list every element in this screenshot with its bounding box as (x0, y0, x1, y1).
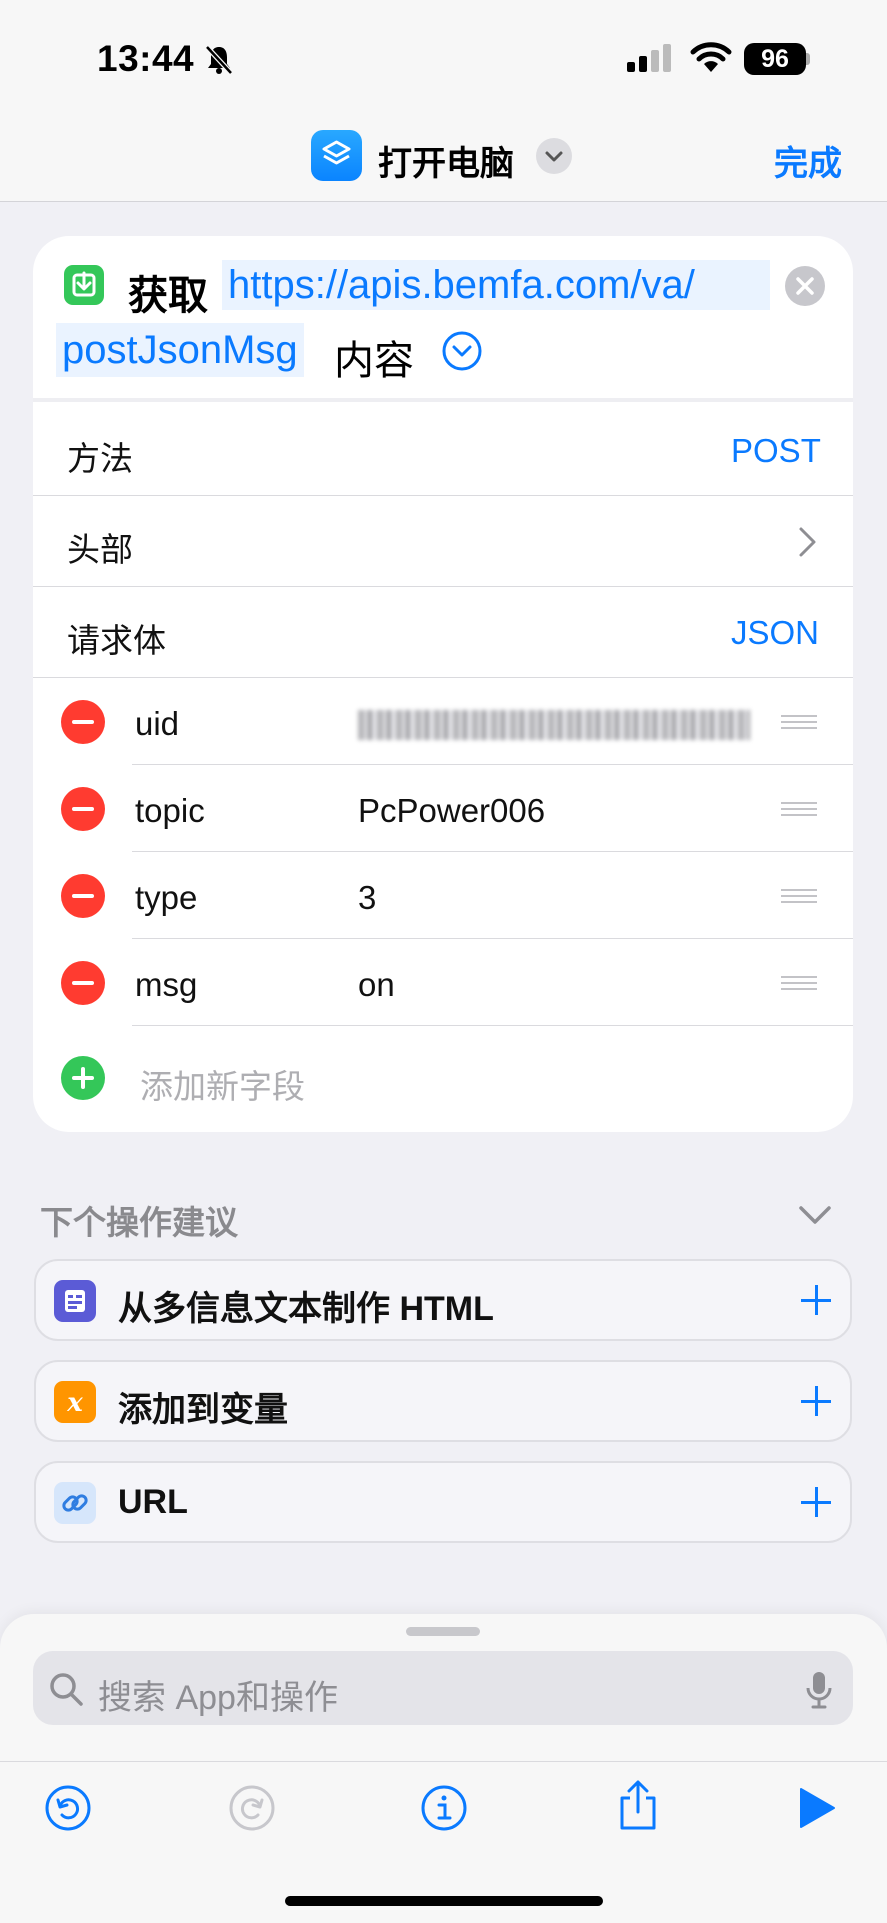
expand-chevron-icon[interactable] (441, 330, 483, 377)
reorder-handle-icon[interactable] (781, 715, 817, 729)
battery-tip (806, 53, 810, 65)
collapse-chevron-icon[interactable] (796, 1202, 834, 1233)
suggestion-label: URL (118, 1483, 188, 1521)
divider (33, 677, 853, 678)
play-icon[interactable] (797, 1786, 837, 1835)
wifi-icon (690, 42, 732, 79)
redo-icon[interactable] (228, 1784, 276, 1837)
divider (33, 398, 853, 402)
suggestion-label: 添加到变量 (118, 1391, 288, 1429)
field-value[interactable]: 3 (358, 879, 376, 917)
field-value[interactable]: PcPower006 (358, 792, 545, 830)
add-suggestion-plus-icon[interactable] (801, 1386, 831, 1416)
divider (0, 1761, 887, 1762)
share-icon[interactable] (614, 1778, 662, 1837)
divider (132, 764, 853, 765)
link-icon (54, 1482, 96, 1524)
add-field-button[interactable] (61, 1056, 105, 1100)
remove-field-button[interactable] (61, 874, 105, 918)
field-key[interactable]: type (135, 879, 197, 917)
reorder-handle-icon[interactable] (781, 802, 817, 816)
request-body-label: 请求体 (67, 622, 166, 659)
add-suggestion-plus-icon[interactable] (801, 1487, 831, 1517)
field-value[interactable]: on (358, 966, 395, 1004)
field-key[interactable]: topic (135, 792, 205, 830)
field-key[interactable]: msg (135, 966, 197, 1004)
clear-url-button[interactable] (785, 266, 825, 306)
divider (33, 586, 853, 587)
field-value-redacted[interactable] (358, 710, 750, 740)
remove-field-button[interactable] (61, 787, 105, 831)
divider (132, 851, 853, 852)
divider (132, 938, 853, 939)
reorder-handle-icon[interactable] (781, 976, 817, 990)
divider (33, 495, 853, 496)
remove-field-button[interactable] (61, 700, 105, 744)
url-token[interactable]: https://apis.bemfa.com/va/ (222, 260, 770, 310)
home-indicator (285, 1896, 603, 1906)
suggestion-label: 从多信息文本制作 HTML (118, 1290, 494, 1328)
action-suffix: 内容 (334, 339, 414, 383)
info-icon[interactable] (420, 1784, 468, 1837)
microphone-icon[interactable] (804, 1670, 834, 1715)
chevron-down-icon[interactable] (536, 138, 572, 174)
remove-field-button[interactable] (61, 961, 105, 1005)
variable-icon: x (54, 1381, 96, 1423)
suggestions-title: 下个操作建议 (40, 1204, 238, 1241)
search-placeholder: 搜索 App和操作 (98, 1679, 338, 1717)
add-suggestion-plus-icon[interactable] (801, 1285, 831, 1315)
sheet-grabber[interactable] (406, 1627, 480, 1636)
done-button[interactable]: 完成 (774, 136, 842, 185)
silent-bell-icon (204, 44, 234, 81)
reorder-handle-icon[interactable] (781, 889, 817, 903)
shortcut-layers-icon[interactable] (311, 130, 362, 181)
method-value[interactable]: POST (731, 432, 821, 470)
search-icon (48, 1671, 84, 1712)
add-field-placeholder[interactable]: 添加新字段 (140, 1060, 305, 1108)
headers-label[interactable]: 头部 (67, 523, 133, 571)
download-icon (64, 265, 104, 305)
request-body-value[interactable]: JSON (731, 614, 819, 652)
svg-text:x: x (66, 1388, 83, 1418)
cellular-signal-icon (627, 44, 675, 79)
shortcut-title[interactable]: 打开电脑 (378, 136, 514, 185)
field-key[interactable]: uid (135, 705, 179, 743)
chevron-right-icon[interactable] (797, 525, 819, 564)
method-label: 方法 (67, 440, 133, 477)
battery-indicator: 96 (744, 43, 806, 75)
rich-text-icon (54, 1280, 96, 1322)
divider (132, 1025, 853, 1026)
action-verb: 获取 (128, 274, 208, 318)
status-time: 13:44 (97, 38, 195, 79)
url-token-continued[interactable]: postJsonMsg (56, 323, 304, 377)
undo-icon[interactable] (44, 1784, 92, 1837)
